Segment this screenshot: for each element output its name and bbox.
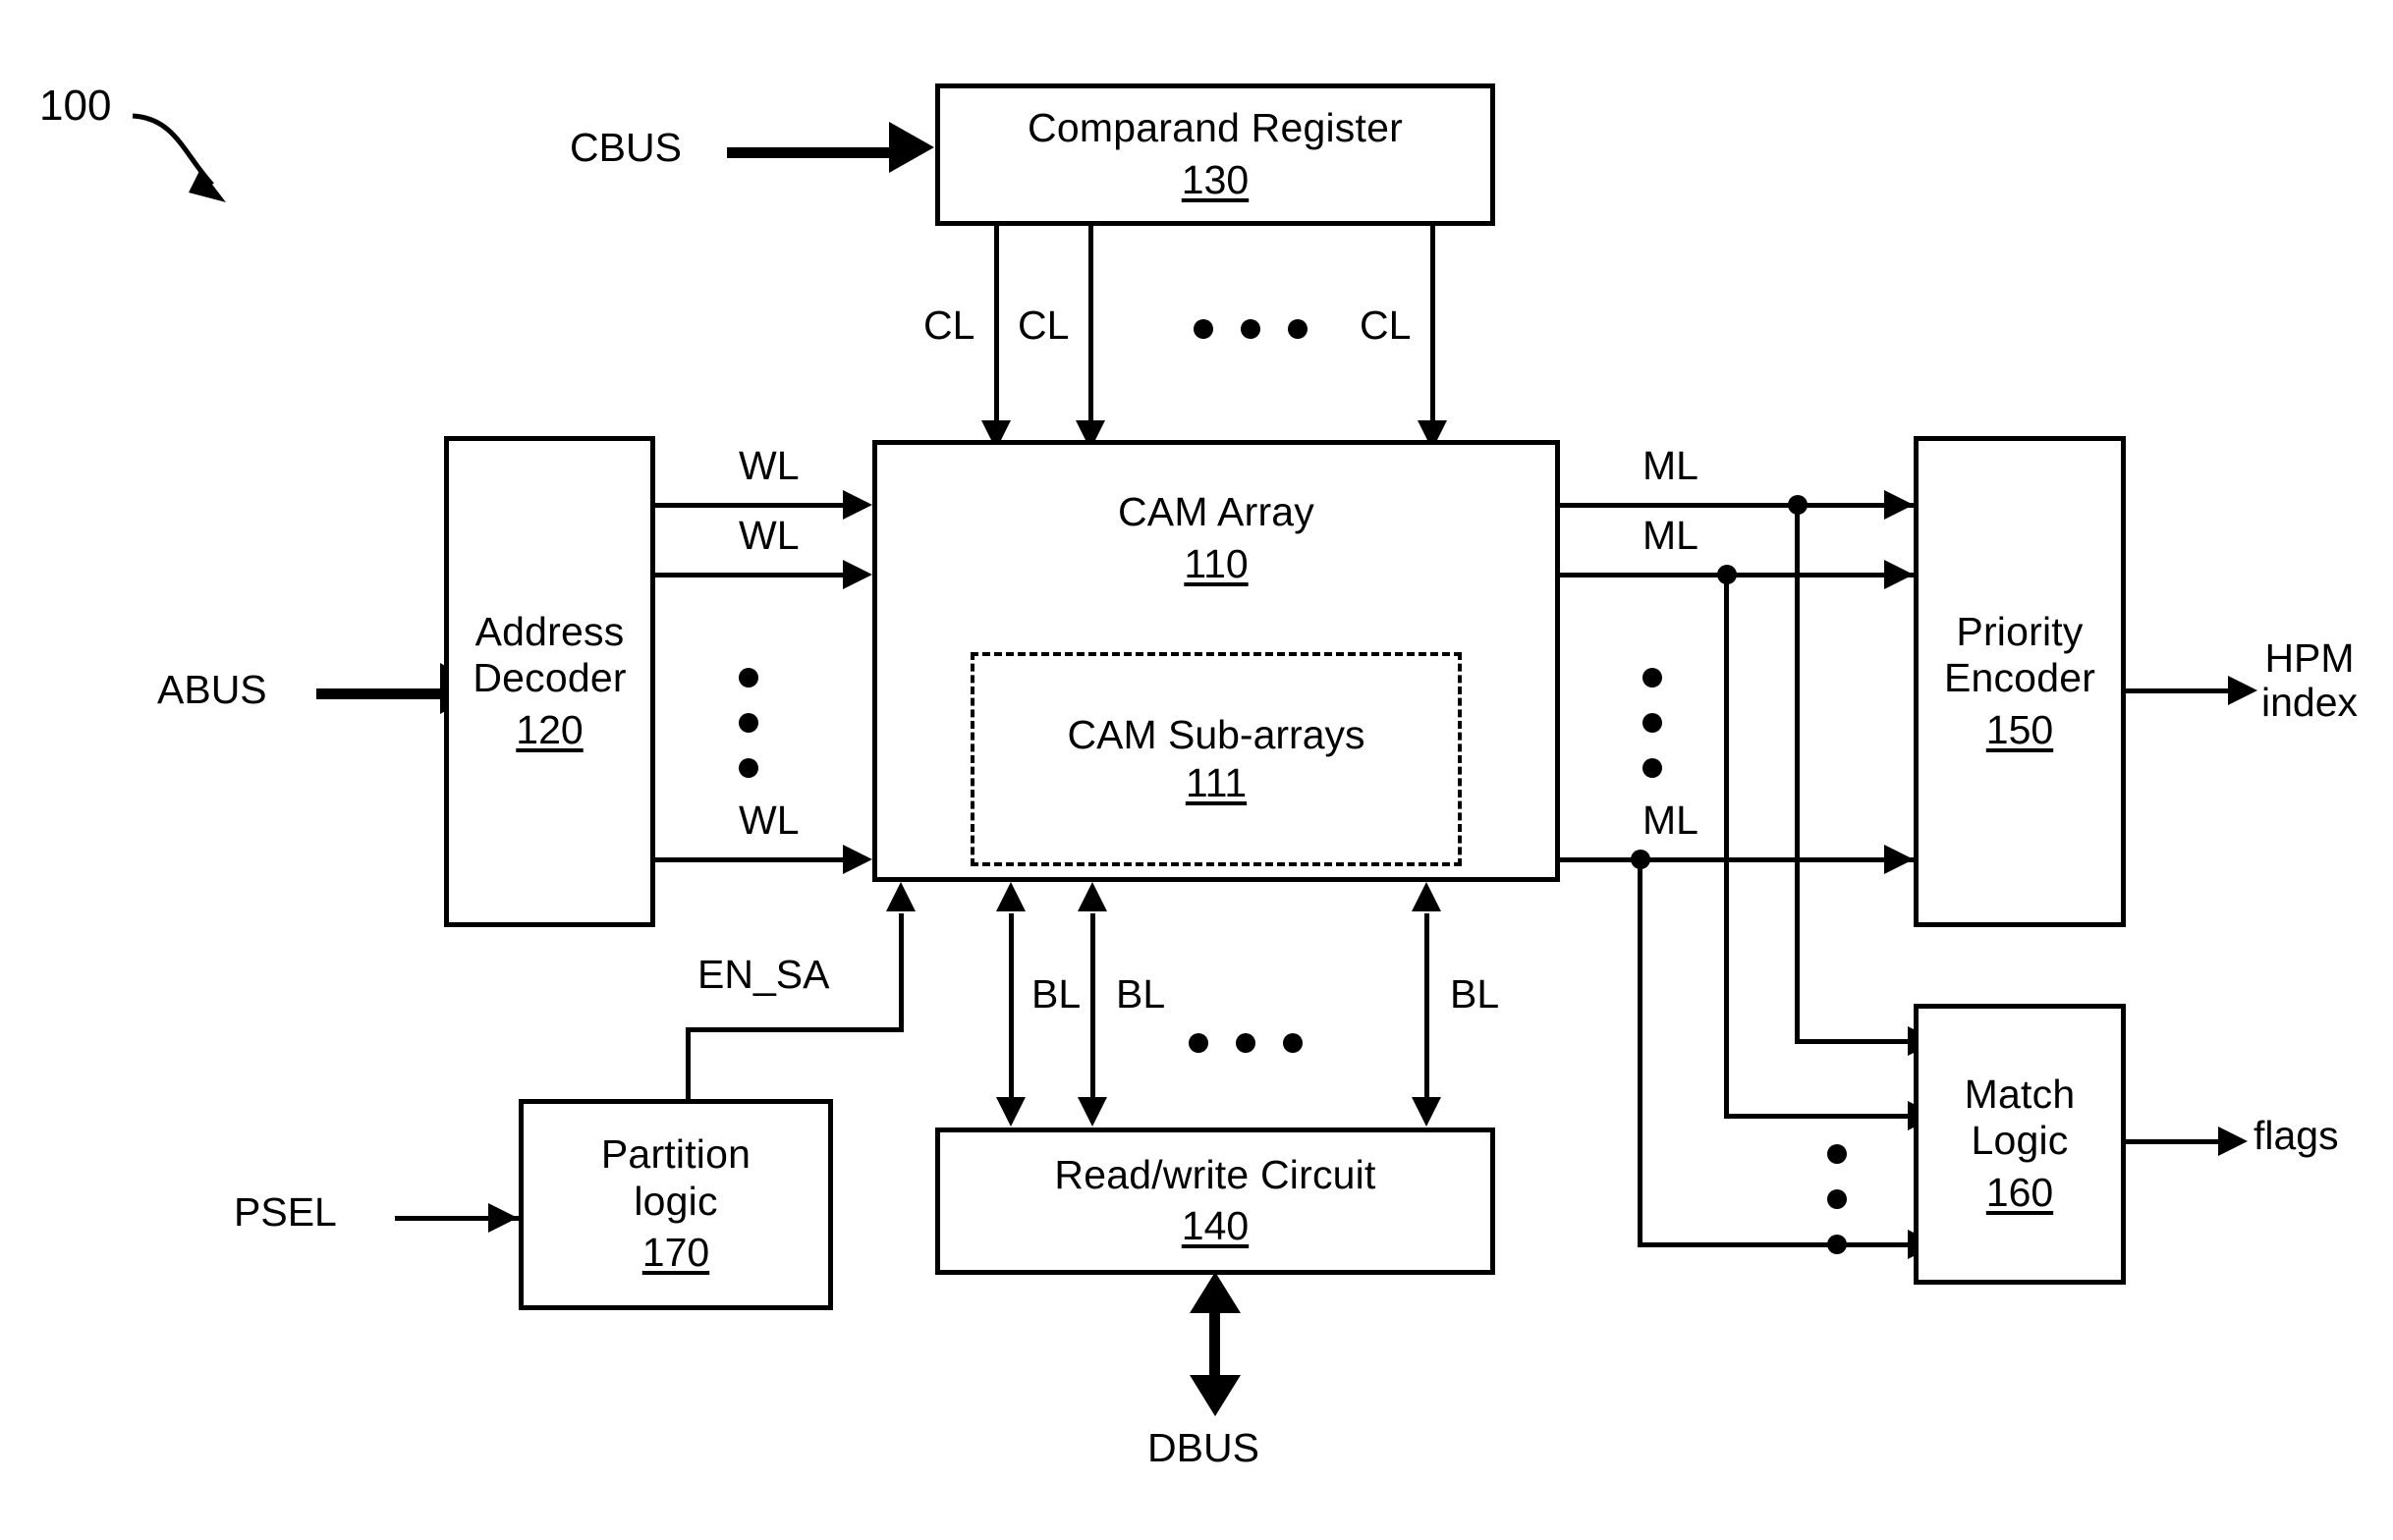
- wl-arrowhead-1: [843, 490, 872, 520]
- dbus-arrowhead-down: [1190, 1375, 1241, 1416]
- ml-junction-dot-3: [1631, 850, 1650, 869]
- block-number-priority-encoder: 150: [1985, 706, 2054, 752]
- ml-line-3: [1560, 857, 1914, 862]
- ml-tap-horizontal-2: [1724, 1114, 1913, 1119]
- block-partition-logic[interactable]: Partition logic 170: [519, 1099, 833, 1310]
- bl-line-3: [1424, 913, 1429, 1110]
- bl-arrowhead-up-3: [1412, 882, 1441, 911]
- psel-arrowhead: [488, 1203, 518, 1233]
- block-number-read-write-circuit: 140: [1181, 1203, 1250, 1249]
- signal-label-psel: PSEL: [234, 1189, 337, 1235]
- bl-line-1: [1009, 913, 1014, 1110]
- signal-label-hpm-index: HPM index: [2261, 635, 2359, 726]
- figure-reference-numeral: 100: [39, 82, 112, 130]
- signal-label-bl-1: BL: [1031, 971, 1082, 1017]
- dbus-arrowhead-up: [1190, 1272, 1241, 1313]
- block-read-write-circuit[interactable]: Read/write Circuit 140: [935, 1128, 1495, 1275]
- block-number-cam-subarrays: 111: [1185, 760, 1248, 806]
- wl-line-1: [655, 503, 847, 508]
- ml-ellipsis: [1642, 668, 1662, 778]
- block-title-address-decoder: Address Decoder: [473, 608, 627, 701]
- block-number-comparand-register: 130: [1181, 156, 1250, 202]
- ml-line-1: [1560, 503, 1914, 508]
- signal-label-cl-2: CL: [1018, 302, 1070, 348]
- cbus-arrowhead: [889, 122, 934, 173]
- block-title-priority-encoder: Priority Encoder: [1943, 608, 2096, 701]
- signal-label-en-sa: EN_SA: [697, 952, 830, 997]
- block-number-cam-array: 110: [1184, 540, 1249, 586]
- ml-junction-dot-2: [1717, 565, 1737, 584]
- signal-label-wl-3: WL: [739, 798, 800, 843]
- signal-label-flags: flags: [2254, 1113, 2339, 1158]
- ml-line-2: [1560, 573, 1914, 578]
- block-title-cam-subarrays: CAM Sub-arrays: [1067, 711, 1365, 757]
- bl-arrowhead-up-2: [1078, 882, 1107, 911]
- cl-line-3: [1430, 226, 1435, 432]
- signal-label-wl-2: WL: [739, 513, 800, 558]
- ml-arrowhead-pe-3: [1884, 845, 1914, 874]
- signal-label-wl-1: WL: [739, 443, 800, 488]
- block-title-partition-logic: Partition logic: [600, 1131, 751, 1224]
- ml-tap-horizontal-3: [1638, 1242, 1913, 1247]
- bl-line-2: [1090, 913, 1095, 1110]
- block-comparand-register[interactable]: Comparand Register 130: [935, 83, 1495, 226]
- bl-arrowhead-down-1: [996, 1097, 1026, 1127]
- block-title-cam-array: CAM Array: [1118, 489, 1314, 534]
- en-sa-vertical-up: [899, 913, 904, 1029]
- wl-ellipsis: [739, 668, 758, 778]
- signal-label-ml-1: ML: [1642, 443, 1698, 488]
- ml-tap-vertical-1: [1795, 503, 1800, 1044]
- ml-tap-horizontal-1: [1795, 1039, 1913, 1044]
- wl-line-3: [655, 857, 847, 862]
- hpm-index-arrowhead: [2228, 676, 2257, 705]
- ml-tap-vertical-2: [1724, 573, 1729, 1119]
- cbus-line: [727, 147, 894, 158]
- bl-arrowhead-down-3: [1412, 1097, 1441, 1127]
- wl-arrowhead-2: [843, 560, 872, 589]
- block-address-decoder[interactable]: Address Decoder 120: [444, 436, 655, 927]
- signal-label-cbus: CBUS: [570, 125, 682, 170]
- signal-label-bl-2: BL: [1116, 971, 1166, 1017]
- en-sa-arrowhead: [886, 882, 916, 911]
- signal-label-abus: ABUS: [157, 667, 267, 712]
- signal-label-bl-3: BL: [1450, 971, 1500, 1017]
- wl-line-2: [655, 573, 847, 578]
- en-sa-horizontal: [686, 1027, 904, 1032]
- abus-line: [316, 688, 444, 699]
- cl-ellipsis: [1194, 319, 1308, 339]
- reference-leader-arrow: [132, 113, 226, 202]
- signal-label-ml-3: ML: [1642, 798, 1698, 843]
- block-title-comparand-register: Comparand Register: [1028, 105, 1403, 151]
- signal-label-cl-3: CL: [1360, 302, 1412, 348]
- block-number-partition-logic: 170: [641, 1230, 710, 1276]
- block-match-logic[interactable]: Match Logic 160: [1914, 1004, 2126, 1285]
- block-number-match-logic: 160: [1985, 1169, 2054, 1215]
- cl-line-2: [1088, 226, 1093, 432]
- ml-arrowhead-pe-2: [1884, 560, 1914, 589]
- block-cam-subarrays[interactable]: CAM Sub-arrays 111: [971, 652, 1462, 866]
- bl-arrowhead-down-2: [1078, 1097, 1107, 1127]
- cl-line-1: [994, 226, 999, 432]
- bl-ellipsis: [1189, 1033, 1303, 1053]
- signal-label-dbus: DBUS: [1147, 1425, 1259, 1470]
- hpm-index-line: [2126, 688, 2234, 693]
- signal-label-ml-2: ML: [1642, 513, 1698, 558]
- block-priority-encoder[interactable]: Priority Encoder 150: [1914, 436, 2126, 927]
- block-title-match-logic: Match Logic: [1964, 1071, 2076, 1164]
- figure-canvas: 100 CBUS Comparand Register 130 CL CL CL…: [0, 0, 2393, 1540]
- match-logic-input-ellipsis: [1827, 1144, 1847, 1254]
- en-sa-vertical-stub: [686, 1027, 691, 1101]
- bl-arrowhead-up-1: [996, 882, 1026, 911]
- block-number-address-decoder: 120: [516, 706, 584, 752]
- block-title-read-write-circuit: Read/write Circuit: [1054, 1151, 1376, 1197]
- dbus-line: [1209, 1306, 1220, 1383]
- wl-arrowhead-3: [843, 845, 872, 874]
- flags-arrowhead: [2218, 1127, 2248, 1156]
- signal-label-cl-1: CL: [923, 302, 975, 348]
- ml-tap-vertical-3: [1638, 857, 1642, 1247]
- flags-line: [2126, 1139, 2224, 1144]
- ml-arrowhead-pe-1: [1884, 490, 1914, 520]
- ml-junction-dot-1: [1788, 495, 1808, 515]
